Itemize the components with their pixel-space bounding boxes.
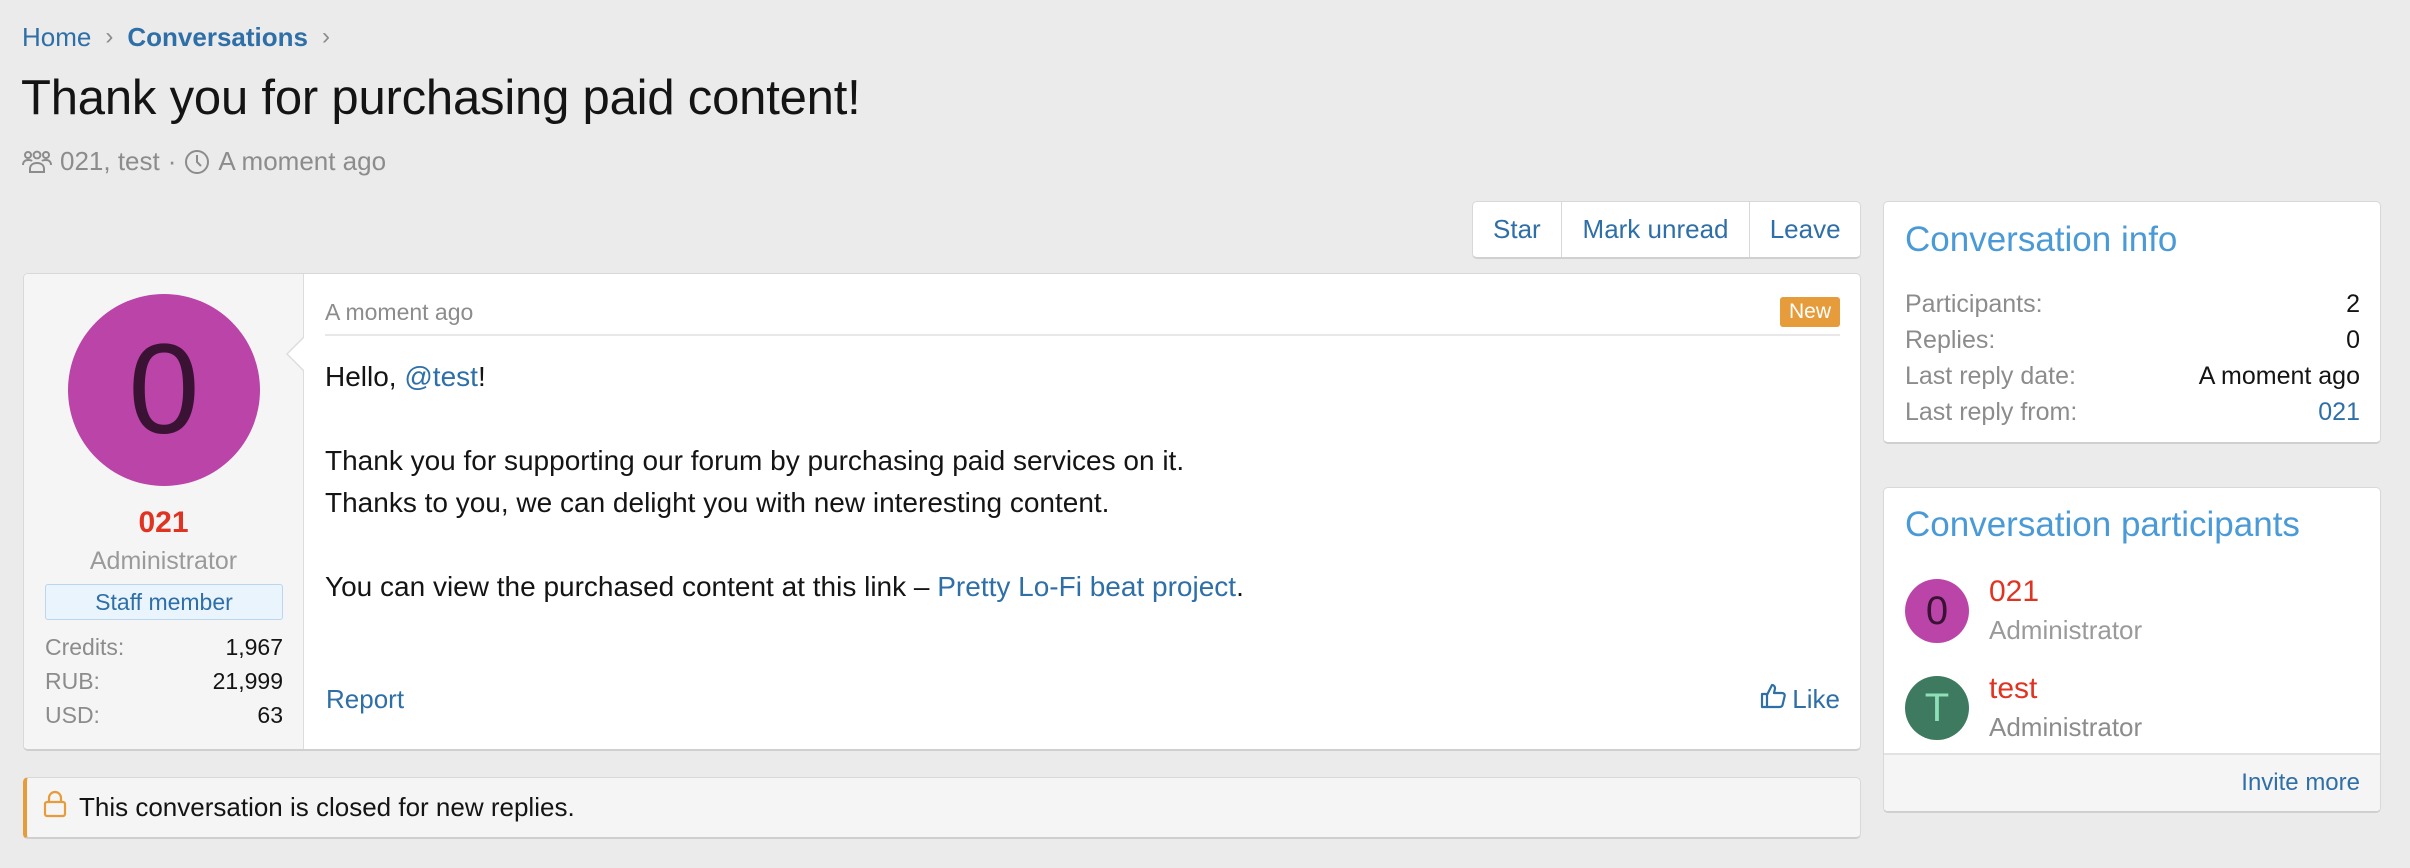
notice-text: This conversation is closed for new repl…	[79, 792, 575, 822]
meta-time[interactable]: A moment ago	[218, 146, 386, 177]
message-time[interactable]: A moment ago	[325, 299, 473, 326]
mention-link[interactable]: @test	[404, 361, 478, 392]
invite-more-button[interactable]: Invite more	[2241, 769, 2360, 797]
avatar[interactable]: 0	[1905, 579, 1969, 643]
user-panel-arrow	[286, 336, 305, 372]
message-content: A moment ago New Hello, @test! Thank you…	[304, 274, 1860, 749]
info-label: Replies:	[1905, 325, 1996, 354]
info-value: 2	[2346, 289, 2360, 318]
users-icon	[22, 150, 52, 174]
new-badge: New	[1780, 297, 1840, 327]
closed-notice: This conversation is closed for new repl…	[23, 777, 1861, 839]
last-reply-user-link[interactable]: 021	[2318, 398, 2360, 427]
info-row: Participants: 2	[1905, 286, 2360, 322]
info-label: Participants:	[1905, 289, 2043, 318]
page-meta: 021, test · A moment ago	[22, 146, 386, 177]
participant-info: 021 Administrator	[1989, 575, 2142, 646]
extra-label: RUB:	[45, 667, 100, 694]
like-button[interactable]: Like	[1760, 682, 1840, 717]
greeting-line: Hello, @test!	[325, 356, 1840, 398]
info-label: Last reply date:	[1905, 361, 2076, 390]
conversation-info-block: Conversation info Participants: 2 Replie…	[1883, 201, 2381, 444]
block-title: Conversation participants	[1905, 505, 2300, 544]
conversation-participants-block: Conversation participants 0 021 Administ…	[1883, 487, 2381, 813]
meta-separator: ·	[167, 146, 177, 176]
breadcrumb: Home › Conversations ›	[22, 20, 344, 54]
user-extra-row: USD: 63	[45, 698, 283, 732]
avatar[interactable]: 0	[68, 294, 260, 486]
page-title: Thank you for purchasing paid content!	[21, 71, 861, 125]
like-label: Like	[1792, 684, 1840, 714]
extra-label: Credits:	[45, 633, 125, 660]
extra-value: 1,967	[225, 633, 283, 660]
breadcrumb-conversations[interactable]: Conversations	[127, 22, 308, 53]
body-line: Thanks to you, we can delight you with n…	[325, 487, 1110, 518]
username[interactable]: 021	[24, 506, 303, 540]
message-user-panel: 0 021 Administrator Staff member Credits…	[24, 274, 305, 749]
user-title: Administrator	[89, 547, 238, 575]
link-prefix: You can view the purchased content at th…	[325, 571, 938, 602]
info-row: Replies: 0	[1905, 322, 2360, 358]
star-button[interactable]: Star	[1473, 202, 1562, 257]
user-extras: Credits: 1,967 RUB: 21,999 USD: 63	[45, 630, 283, 732]
info-label: Last reply from:	[1905, 397, 2078, 426]
block-title: Conversation info	[1905, 220, 2178, 259]
thumbs-up-icon	[1760, 682, 1792, 717]
lock-icon	[43, 790, 79, 825]
link-suffix: .	[1236, 571, 1244, 602]
participants-link[interactable]: 021, test	[60, 146, 160, 177]
extra-value: 63	[257, 701, 283, 728]
message: 0 021 Administrator Staff member Credits…	[23, 273, 1861, 751]
participants-footer: Invite more	[1884, 753, 2380, 811]
clock-icon	[184, 149, 210, 175]
info-value: 0	[2346, 325, 2360, 354]
conversation-actions: Star Mark unread Leave	[1472, 201, 1861, 259]
user-extra-row: Credits: 1,967	[45, 630, 283, 664]
participant-item: T test Administrator	[1905, 672, 2142, 743]
info-value: A moment ago	[2198, 361, 2360, 390]
mark-unread-button[interactable]: Mark unread	[1562, 202, 1751, 257]
avatar[interactable]: T	[1905, 676, 1969, 740]
message-body: Hello, @test! Thank you for supporting o…	[325, 356, 1840, 608]
leave-button[interactable]: Leave	[1750, 202, 1860, 257]
extra-label: USD:	[45, 701, 100, 728]
body-line: You can view the purchased content at th…	[325, 566, 1840, 608]
info-row: Last reply from: 021	[1905, 394, 2360, 430]
participant-title: Administrator	[1989, 712, 2143, 742]
report-button[interactable]: Report	[326, 684, 404, 715]
chevron-right-icon: ›	[105, 23, 114, 50]
participant-title: Administrator	[1989, 615, 2143, 645]
greeting-text: Hello,	[325, 361, 405, 392]
breadcrumb-home[interactable]: Home	[22, 22, 91, 53]
conversation-info-list: Participants: 2 Replies: 0 Last reply da…	[1905, 286, 2360, 430]
user-extra-row: RUB: 21,999	[45, 664, 283, 698]
message-header-divider	[325, 334, 1840, 336]
staff-badge: Staff member	[45, 584, 283, 620]
greeting-suffix: !	[477, 361, 486, 392]
participant-name[interactable]: test	[1989, 672, 2142, 712]
participant-name[interactable]: 021	[1989, 575, 2142, 615]
participant-item: 0 021 Administrator	[1905, 575, 2142, 646]
body-line: Thank you for supporting our forum by pu…	[325, 445, 1185, 476]
participant-info: test Administrator	[1989, 672, 2142, 743]
extra-value: 21,999	[212, 667, 283, 694]
content-link[interactable]: Pretty Lo-Fi beat project	[937, 571, 1236, 602]
info-row: Last reply date: A moment ago	[1905, 358, 2360, 394]
chevron-right-icon: ›	[321, 23, 330, 50]
